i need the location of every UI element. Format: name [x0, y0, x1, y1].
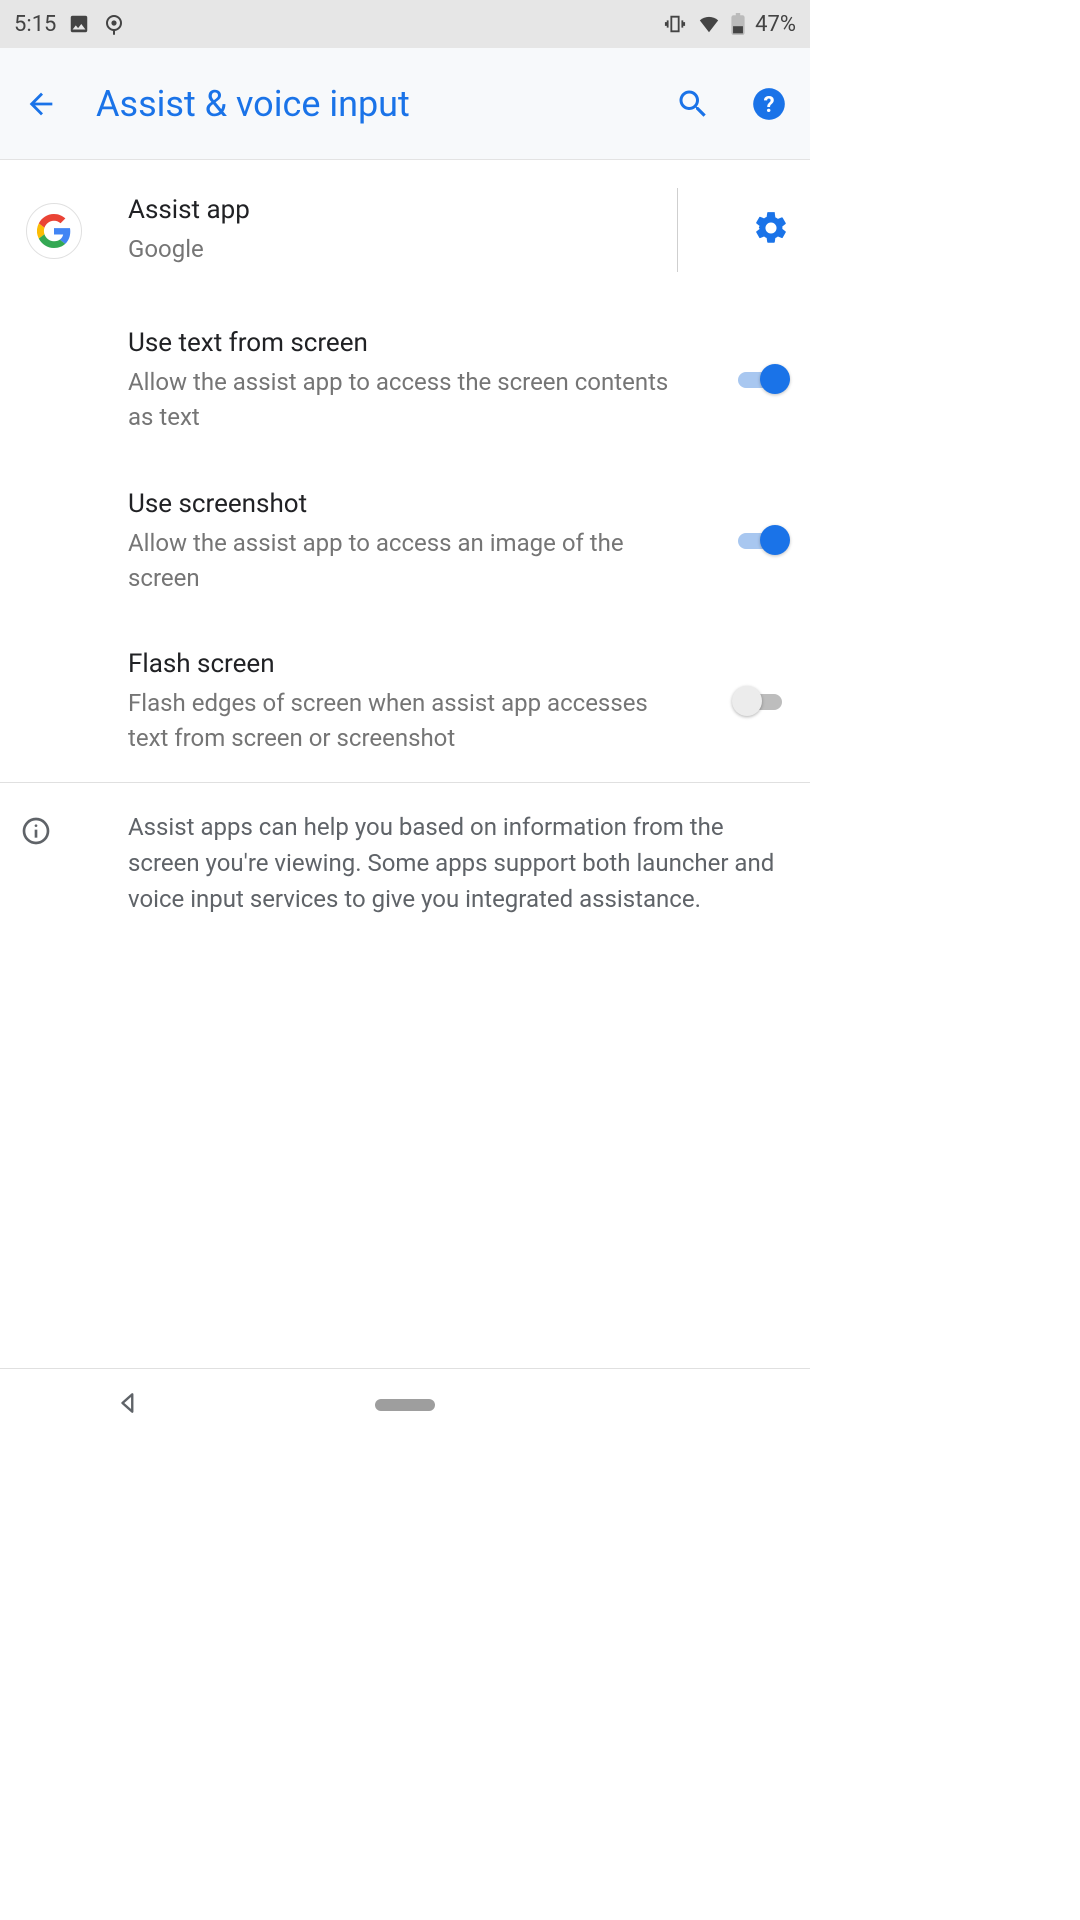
info-text: Assist apps can help you based on inform…	[128, 809, 790, 917]
setting-subtitle: Allow the assist app to access the scree…	[128, 365, 684, 435]
status-right: 47%	[663, 12, 796, 37]
vibrate-icon	[663, 13, 687, 35]
back-button[interactable]	[20, 83, 62, 125]
assist-app-title: Assist app	[128, 193, 661, 228]
info-row: Assist apps can help you based on inform…	[0, 783, 810, 943]
content: Assist app Google Use text from screen A…	[0, 160, 810, 1368]
status-battery-pct: 47%	[755, 12, 796, 37]
setting-use-text[interactable]: Use text from screen Allow the assist ap…	[0, 300, 810, 461]
status-time: 5:15	[14, 12, 56, 37]
image-icon	[68, 13, 90, 35]
nav-home-pill[interactable]	[375, 1399, 435, 1411]
assist-app-icon-slot	[20, 201, 128, 259]
setting-subtitle: Allow the assist app to access an image …	[128, 526, 684, 596]
vertical-divider	[677, 188, 678, 272]
wifi-icon	[697, 13, 721, 35]
svg-text:?: ?	[763, 91, 774, 117]
setting-flash-screen-switch[interactable]	[732, 684, 790, 720]
status-bar: 5:15 47%	[0, 0, 810, 48]
nav-back-button[interactable]	[116, 1390, 142, 1420]
status-left: 5:15	[14, 12, 126, 37]
info-icon	[20, 832, 52, 851]
setting-flash-screen[interactable]: Flash screen Flash edges of screen when …	[0, 621, 810, 782]
google-icon	[26, 203, 82, 259]
help-button[interactable]: ?	[748, 83, 790, 125]
setting-use-screenshot-switch[interactable]	[732, 523, 790, 559]
battery-icon	[731, 13, 745, 35]
assist-app-row[interactable]: Assist app Google	[0, 160, 810, 300]
nav-bar	[0, 1368, 810, 1440]
assist-app-value: Google	[128, 232, 661, 267]
assist-app-settings-button[interactable]	[752, 209, 790, 251]
setting-use-text-switch[interactable]	[732, 362, 790, 398]
setting-title: Use screenshot	[128, 487, 684, 522]
setting-title: Flash screen	[128, 647, 684, 682]
location-icon	[102, 12, 126, 36]
setting-use-screenshot[interactable]: Use screenshot Allow the assist app to a…	[0, 461, 810, 622]
app-bar: Assist & voice input ?	[0, 48, 810, 160]
search-button[interactable]	[672, 83, 714, 125]
page-title: Assist & voice input	[96, 83, 638, 125]
setting-subtitle: Flash edges of screen when assist app ac…	[128, 686, 684, 756]
setting-title: Use text from screen	[128, 326, 684, 361]
